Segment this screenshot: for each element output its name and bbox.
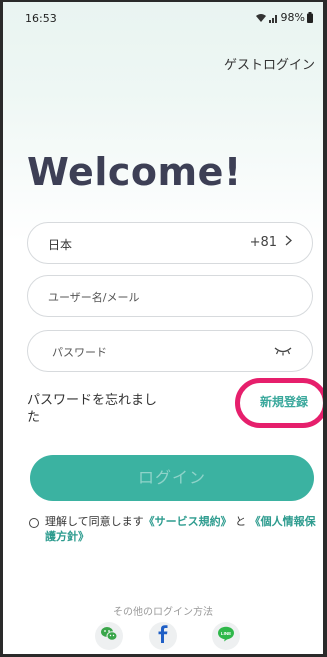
country-code: +81	[249, 235, 277, 250]
hide-password-icon[interactable]	[274, 346, 292, 356]
agreement-prefix: 理解して同意します	[45, 515, 144, 528]
signal-icon	[268, 13, 279, 23]
line-login-button[interactable]: LINE	[212, 622, 240, 650]
status-indicators: 98%	[255, 11, 313, 24]
country-name: 日本	[48, 238, 73, 252]
facebook-icon	[157, 625, 169, 647]
svg-text:LINE: LINE	[221, 631, 231, 636]
login-button[interactable]: ログイン	[30, 455, 314, 501]
username-placeholder: ユーザー名/メール	[48, 291, 140, 304]
signup-link[interactable]: 新規登録	[260, 393, 308, 410]
status-bar: 16:53 98%	[3, 2, 323, 28]
battery-icon	[307, 12, 313, 23]
guest-login-link[interactable]: ゲストログイン	[224, 54, 315, 73]
status-time: 16:53	[25, 12, 57, 25]
welcome-title: Welcome!	[27, 150, 242, 194]
wechat-login-button[interactable]	[95, 622, 123, 650]
agreement-text: 理解して同意します《サービス規約》 と 《個人情報保護方針》	[29, 514, 319, 544]
password-field[interactable]: パスワード	[27, 330, 313, 372]
terms-link[interactable]: 《サービス規約》	[144, 515, 232, 528]
agreement-row: 理解して同意します《サービス規約》 と 《個人情報保護方針》	[29, 514, 319, 544]
line-icon: LINE	[217, 626, 235, 646]
forgot-password-link[interactable]: パスワードを忘れました	[27, 392, 167, 426]
facebook-login-button[interactable]	[149, 622, 177, 650]
other-login-label: その他のログイン方法	[113, 607, 213, 618]
chevron-right-icon	[285, 235, 292, 250]
agreement-radio[interactable]	[29, 518, 39, 528]
wifi-icon	[255, 13, 267, 23]
country-selector[interactable]: 日本 +81	[27, 222, 313, 264]
wechat-icon	[100, 626, 118, 646]
password-placeholder: パスワード	[52, 346, 107, 359]
country-code-group: +81	[250, 235, 292, 250]
agreement-and: と	[235, 515, 247, 528]
username-field[interactable]: ユーザー名/メール	[27, 275, 313, 317]
login-screen: 16:53 98% ゲストログイン Welcome! 日本 +81 ユーザー名/…	[3, 2, 323, 654]
battery-text: 98%	[280, 11, 305, 24]
